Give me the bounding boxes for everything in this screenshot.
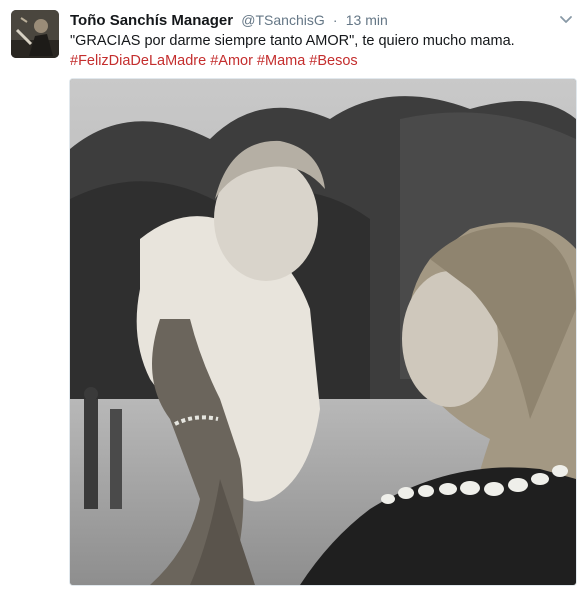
hashtag-link[interactable]: #Besos [309,53,357,69]
hashtag-list: #FelizDiaDeLaMadre #Amor #Mama #Besos [70,51,575,71]
chevron-down-icon[interactable] [557,10,575,28]
tweet-header: Toño Sanchís Manager @TSanchisG · 13 min [70,10,557,30]
tweet-card: Toño Sanchís Manager @TSanchisG · 13 min… [0,0,587,598]
tweet-text: "GRACIAS por darme siempre tanto AMOR", … [70,33,515,49]
separator-dot: · [332,12,338,28]
display-name[interactable]: Toño Sanchís Manager [70,12,233,29]
hashtag-link[interactable]: #FelizDiaDeLaMadre [70,53,206,69]
user-handle[interactable]: @TSanchisG [241,12,324,28]
tweet-photo[interactable] [69,78,577,586]
timestamp[interactable]: 13 min [346,12,388,28]
hashtag-link[interactable]: #Amor [210,53,253,69]
avatar[interactable] [11,10,59,58]
hashtag-link[interactable]: #Mama [257,53,305,69]
